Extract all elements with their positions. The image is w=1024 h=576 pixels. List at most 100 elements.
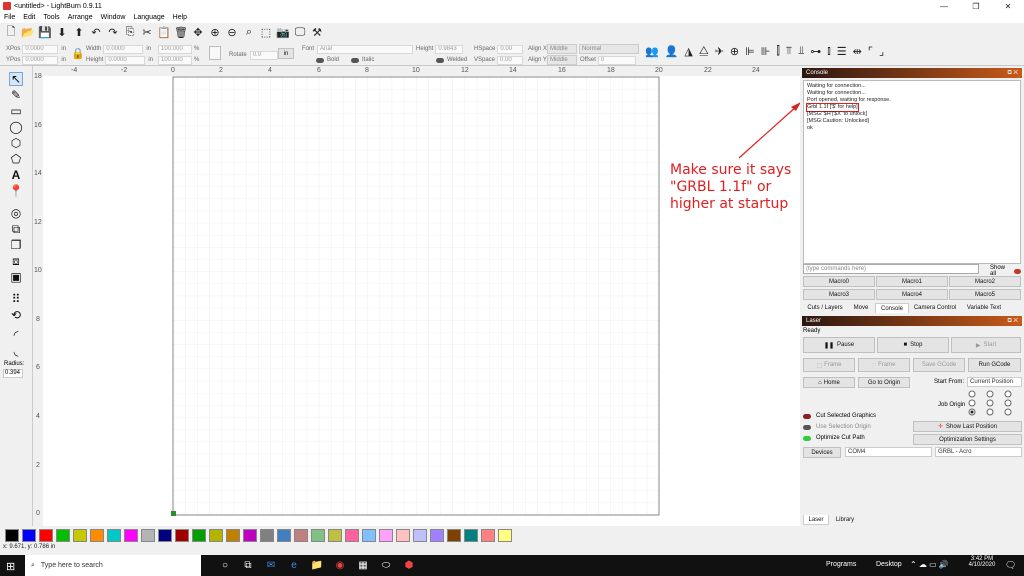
align-left-icon[interactable]: ⊫: [745, 45, 755, 58]
tab-cuts-layers[interactable]: Cuts / Layers: [803, 303, 847, 313]
color-swatch[interactable]: [345, 528, 359, 542]
align-bottom-icon[interactable]: ⫫: [798, 45, 804, 58]
scale-height-field[interactable]: [158, 55, 192, 65]
save-gcode-button[interactable]: Save GCode: [913, 358, 965, 372]
color-swatch[interactable]: [141, 528, 155, 542]
edge-icon[interactable]: e: [284, 555, 304, 576]
menu-language[interactable]: Language: [134, 14, 165, 21]
italic-toggle[interactable]: [351, 57, 359, 63]
polygon-icon[interactable]: ⬡: [9, 136, 23, 150]
text-mode-select[interactable]: Normal: [579, 44, 639, 54]
corner-round-icon[interactable]: ◜: [9, 328, 23, 342]
color-swatch[interactable]: [413, 528, 427, 542]
scale-width-field[interactable]: [158, 44, 192, 54]
select-arrow-icon[interactable]: ↖: [9, 72, 23, 86]
design-canvas[interactable]: [43, 76, 800, 526]
delete-icon[interactable]: 🗑: [174, 26, 188, 40]
paste-icon[interactable]: 📋: [157, 26, 171, 40]
color-swatch[interactable]: [328, 528, 342, 542]
lightburn-taskbar-icon[interactable]: ⬢: [399, 555, 419, 576]
anchor-grid-icon[interactable]: [209, 46, 221, 60]
color-swatch[interactable]: [56, 528, 70, 542]
tab-console[interactable]: Console: [875, 303, 909, 313]
width-field[interactable]: [103, 44, 144, 54]
spacing-icon[interactable]: ⇹: [853, 45, 862, 58]
redo-icon[interactable]: ↷: [106, 26, 120, 40]
align-right-icon[interactable]: ⊪: [761, 45, 771, 58]
align-vcenter-icon[interactable]: ⊶: [810, 45, 821, 58]
home-button[interactable]: ⌂ Home: [803, 377, 855, 388]
macro2-button[interactable]: Macro2: [949, 276, 1021, 287]
color-swatch[interactable]: [243, 528, 257, 542]
ypos-field[interactable]: [22, 55, 59, 65]
color-swatch[interactable]: [107, 528, 121, 542]
text-tool-icon[interactable]: A: [9, 168, 23, 182]
height-field[interactable]: [105, 55, 146, 65]
tab-variable-text[interactable]: Variable Text: [961, 303, 1007, 313]
app-icon-1[interactable]: ▦: [353, 555, 373, 576]
color-swatch[interactable]: [277, 528, 291, 542]
menu-edit[interactable]: Edit: [23, 14, 35, 21]
rectangle-icon[interactable]: ▭: [9, 104, 23, 118]
unit-toggle-button[interactable]: in: [278, 48, 294, 59]
device-select[interactable]: GRBL - Acro: [935, 447, 1022, 457]
tab-move[interactable]: Move: [848, 303, 874, 313]
frame-circle-button[interactable]: ◌ Frame: [858, 358, 910, 372]
color-swatch[interactable]: [39, 528, 53, 542]
resize-icon[interactable]: ⌜: [868, 45, 873, 58]
move-icon[interactable]: ✥: [191, 26, 205, 40]
macro5-button[interactable]: Macro5: [949, 289, 1021, 300]
file-explorer-icon[interactable]: 📁: [307, 555, 327, 576]
offset-shape-icon[interactable]: ◎: [9, 206, 23, 220]
font-select[interactable]: [317, 44, 414, 54]
run-gcode-button[interactable]: Run GCode: [968, 358, 1021, 372]
job-origin-radios[interactable]: [966, 390, 1016, 418]
alignx-select[interactable]: Middle: [547, 44, 577, 54]
corner-icon[interactable]: ⌟: [879, 45, 884, 58]
import-icon[interactable]: ⬇: [55, 26, 69, 40]
radius-field[interactable]: 0.394: [3, 369, 23, 378]
new-file-icon[interactable]: 🗋: [4, 26, 18, 40]
optimize-path-toggle[interactable]: [803, 435, 811, 441]
distribute-h-icon[interactable]: ⫾: [827, 45, 831, 58]
macro1-button[interactable]: Macro1: [876, 276, 948, 287]
aligny-select[interactable]: Middle: [547, 55, 577, 65]
desktop-label[interactable]: Desktop: [876, 561, 902, 568]
cut-selected-toggle[interactable]: [803, 413, 811, 419]
color-swatch[interactable]: [311, 528, 325, 542]
menu-tools[interactable]: Tools: [43, 14, 59, 21]
color-swatch[interactable]: [362, 528, 376, 542]
show-last-position-button[interactable]: ✛ Show Last Position: [913, 421, 1022, 432]
color-swatch[interactable]: [158, 528, 172, 542]
color-swatch[interactable]: [260, 528, 274, 542]
grid-array-icon[interactable]: ⠿: [9, 292, 23, 306]
color-swatch[interactable]: [209, 528, 223, 542]
circular-array-icon[interactable]: ⟲: [9, 308, 23, 322]
color-swatch[interactable]: [447, 528, 461, 542]
color-swatch[interactable]: [464, 528, 478, 542]
flip-horizontal-icon[interactable]: ◮: [684, 45, 692, 58]
target-icon[interactable]: ⊕: [730, 45, 739, 58]
color-swatch[interactable]: [226, 528, 240, 542]
menu-help[interactable]: Help: [173, 14, 187, 21]
color-swatch[interactable]: [396, 528, 410, 542]
cut-icon[interactable]: ✂: [140, 26, 154, 40]
notifications-icon[interactable]: 🗨: [1005, 560, 1016, 571]
hspace-field[interactable]: [497, 44, 524, 54]
color-swatch[interactable]: [124, 528, 138, 542]
console-command-input[interactable]: (type commands here): [803, 264, 979, 274]
zoom-in-icon[interactable]: ⊕: [208, 26, 222, 40]
xpos-field[interactable]: [22, 44, 59, 54]
group-icon[interactable]: 👥: [645, 45, 659, 58]
bold-toggle[interactable]: [316, 57, 324, 63]
tab-library[interactable]: Library: [830, 515, 860, 525]
corner-fillet-icon[interactable]: ◟: [9, 344, 23, 358]
frame-rect-button[interactable]: ⬚ Frame: [803, 358, 855, 372]
pen-icon[interactable]: ✎: [9, 88, 23, 102]
task-view-icon[interactable]: ⧉: [238, 555, 258, 576]
offset-field[interactable]: [597, 55, 636, 65]
boolean-intersect-icon[interactable]: ⧈: [9, 254, 23, 268]
open-folder-icon[interactable]: 📂: [21, 26, 35, 40]
macro0-button[interactable]: Macro0: [803, 276, 875, 287]
port-select[interactable]: COM4: [845, 447, 932, 457]
